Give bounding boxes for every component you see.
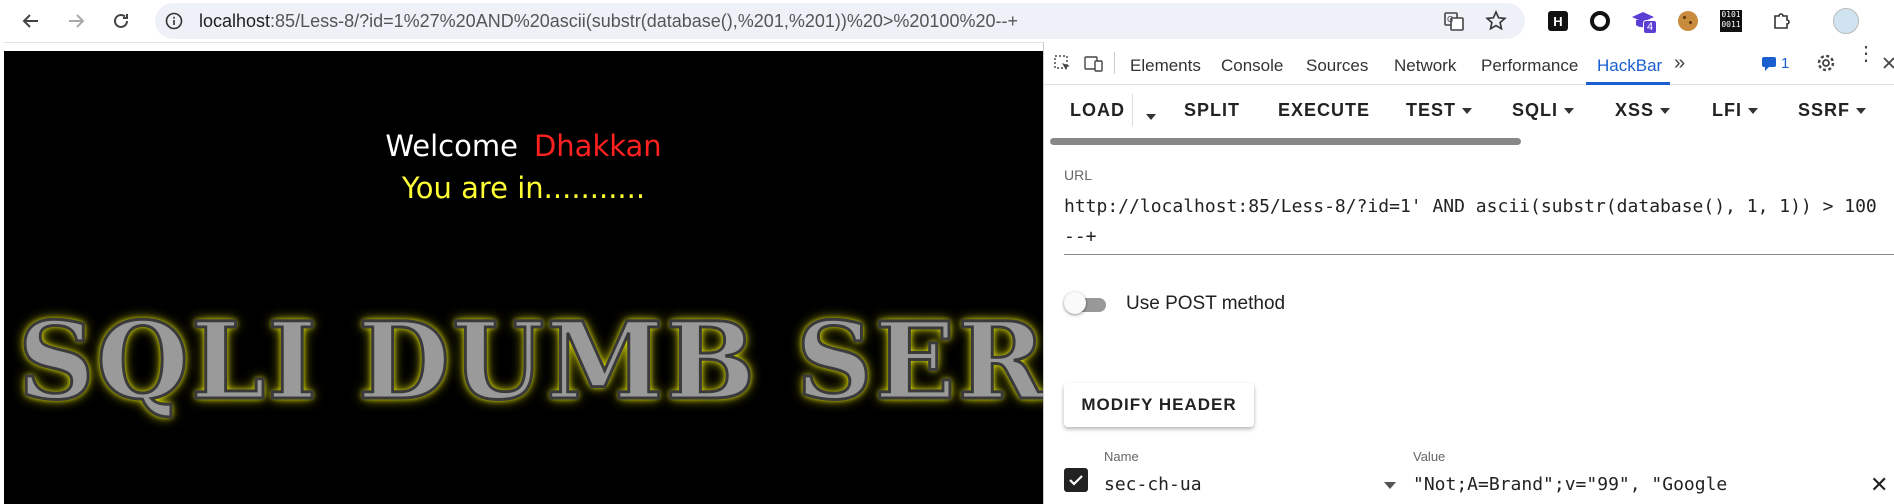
sqli-dumb-series-banner: SQLI DUMB SERIES [16,297,1043,425]
device-toolbar-icon[interactable] [1084,55,1104,73]
tab-performance[interactable]: Performance [1481,56,1578,76]
binary-icon[interactable]: 0101 0011 [1718,8,1744,34]
header-name-label: Name [1104,449,1139,464]
translate-icon[interactable]: G [1443,10,1465,32]
more-tabs-chevron-icon[interactable]: » [1674,52,1685,75]
sqli-caret-icon [1564,108,1575,115]
use-post-label: Use POST method [1126,293,1286,314]
issues-indicator[interactable]: 1 [1762,55,1789,72]
url-label: URL [1064,167,1093,183]
header-value-label: Value [1413,449,1446,464]
settings-gear-icon[interactable] [1816,53,1836,73]
issues-count: 1 [1781,55,1790,72]
url-text[interactable]: localhost:85/Less-8/?id=1%27%20AND%20asc… [199,11,1018,32]
svg-text:G: G [1447,15,1453,24]
sqli-label: SQLI [1512,100,1559,120]
tab-elements[interactable]: Elements [1130,56,1201,76]
load-button[interactable]: LOAD [1070,100,1125,121]
load-divider [1132,94,1133,126]
active-tab-indicator [1586,82,1670,85]
ssrf-caret-icon [1856,108,1867,115]
xss-label: XSS [1615,100,1655,120]
lfi-label: LFI [1712,100,1742,120]
modify-header-button[interactable]: MODIFY HEADER [1064,383,1254,427]
devtools-panel: Elements Console Sources Network Perform… [1043,42,1894,504]
xss-caret-icon [1660,108,1671,115]
url-path: :85/Less-8/?id=1%27%20AND%20ascii(substr… [270,11,1018,31]
extensions-puzzle-icon[interactable] [1769,8,1795,34]
devtools-tab-bar: Elements Console Sources Network Perform… [1044,42,1894,85]
header-enabled-checkbox[interactable] [1064,468,1088,492]
browser-toolbar: localhost:85/Less-8/?id=1%27%20AND%20asc… [0,0,1894,43]
extension-h-icon[interactable]: H [1545,8,1571,34]
arrow-right-icon [69,14,85,28]
lfi-caret-icon [1748,108,1758,115]
profile-avatar[interactable] [1833,8,1859,34]
forward-button[interactable] [61,6,91,36]
url-host: localhost [199,11,271,31]
back-button[interactable] [16,6,46,36]
tab-console[interactable]: Console [1221,56,1283,76]
welcome-text: Welcome [385,129,518,163]
cookie-icon[interactable] [1675,8,1701,34]
web-page: Welcome Dhakkan You are in........... SQL… [4,51,1043,504]
extension-circle-icon[interactable] [1587,8,1613,34]
header-value-input[interactable]: "Not;A=Brand";v="99", "Google [1413,474,1727,495]
execute-button[interactable]: EXECUTE [1278,100,1370,121]
welcome-name: Dhakkan [533,129,662,163]
close-devtools-icon[interactable] [1882,56,1894,70]
load-dropdown-caret-icon[interactable] [1146,108,1156,126]
reload-icon [114,13,128,28]
bookmark-star-icon[interactable] [1485,10,1507,32]
ssrf-button[interactable]: SSRF [1798,100,1867,121]
sqli-button[interactable]: SQLI [1512,100,1575,121]
tab-hackbar[interactable]: HackBar [1597,56,1662,76]
header-name-dropdown-icon[interactable] [1384,482,1396,489]
header-name-input[interactable]: sec-ch-ua [1104,474,1202,495]
arrow-left-icon [22,14,38,28]
welcome-line: Welcome Dhakkan [4,129,1043,163]
hackbar-url-input[interactable]: http://localhost:85/Less-8/?id=1' AND as… [1064,192,1884,252]
address-bar[interactable]: localhost:85/Less-8/?id=1%27%20AND%20asc… [155,3,1525,39]
ssrf-label: SSRF [1798,100,1851,120]
reload-button[interactable] [106,6,136,36]
extension-badge: 4 [1643,20,1658,34]
url-input-underline [1064,254,1894,255]
test-caret-icon [1462,108,1473,115]
site-info-icon[interactable] [165,12,183,30]
toggle-knob [1064,292,1086,314]
tab-sources[interactable]: Sources [1306,56,1368,76]
remove-header-icon[interactable]: ✕ [1870,472,1888,498]
split-button[interactable]: SPLIT [1184,100,1240,121]
extension-graduation-icon[interactable]: 4 [1630,8,1658,34]
hackbar-scrollbar[interactable] [1050,138,1521,145]
xss-button[interactable]: XSS [1615,100,1671,121]
lfi-button[interactable]: LFI [1712,100,1758,121]
inspect-element-icon[interactable] [1054,55,1072,73]
message-icon [1762,56,1776,71]
checkmark-icon [1069,475,1083,486]
more-options-icon[interactable]: ⋮ [1856,44,1876,64]
test-button[interactable]: TEST [1406,100,1473,121]
test-label: TEST [1406,100,1457,120]
status-message: You are in........... [401,171,646,205]
tab-network[interactable]: Network [1394,56,1456,76]
use-post-toggle[interactable] [1064,292,1108,314]
